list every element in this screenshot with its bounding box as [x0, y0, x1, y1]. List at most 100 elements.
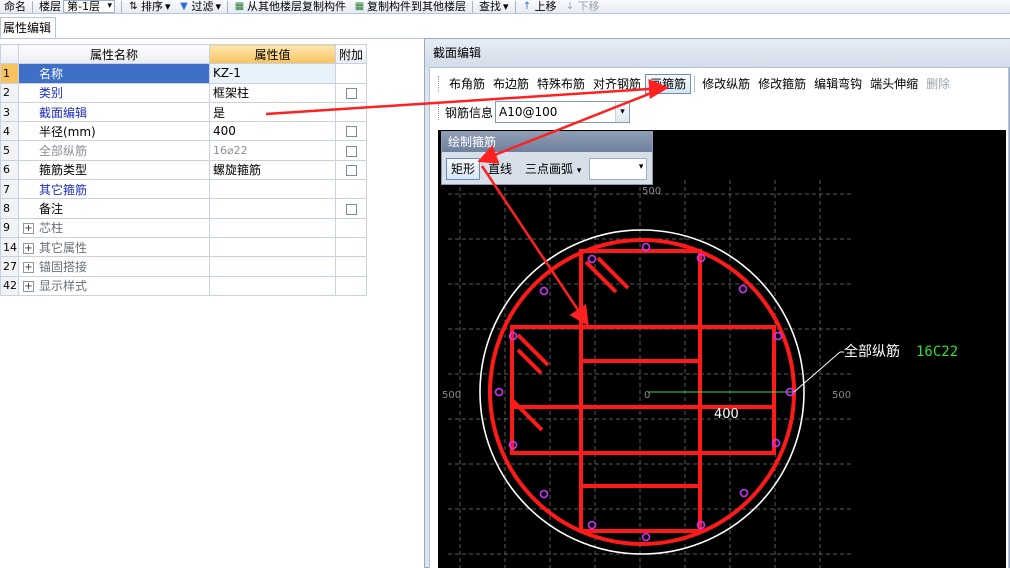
extra-checkbox[interactable] [345, 203, 357, 215]
corner-rebar-button[interactable]: 布角筋 [445, 74, 489, 94]
extra-cell [335, 217, 367, 238]
draw-stirrup-button[interactable]: 画箍筋 [645, 74, 692, 94]
end-extend-button[interactable]: 端头伸缩 [866, 74, 922, 94]
property-value[interactable] [209, 179, 336, 200]
rename-button[interactable]: 命名 [0, 0, 30, 13]
extra-cell [335, 121, 367, 142]
copy-to-label: 复制构件到其他楼层 [367, 0, 467, 13]
table-row[interactable]: 7 其它箍筋 [0, 179, 367, 200]
table-row[interactable]: 14 + 其它属性 [0, 236, 367, 258]
chevron-down-icon: ▾ [164, 0, 171, 13]
property-value [209, 217, 336, 238]
floor-label: 楼层 [39, 0, 61, 13]
floor-combo[interactable]: 第-1层 [63, 0, 115, 13]
stirrup-option-select[interactable] [589, 158, 648, 180]
rebar-info-input[interactable]: A10@100 ▾ [495, 101, 631, 123]
move-up-button[interactable]: ↑ 上移 [518, 0, 561, 13]
property-name: 其它箍筋 [18, 179, 210, 200]
property-value[interactable] [209, 198, 336, 219]
toolbar-separator [472, 0, 474, 13]
filter-button[interactable]: ▼ 过滤 ▾ [175, 0, 226, 13]
group-label: 芯柱 [39, 221, 64, 236]
axis-label-left: 500 [442, 390, 461, 401]
row-number: 27 [0, 256, 19, 277]
expand-icon[interactable]: + [23, 261, 34, 273]
table-header-row: 属性名称 属性值 附加 [0, 43, 367, 65]
header-extra: 附加 [335, 43, 367, 65]
property-value[interactable]: 400 [209, 121, 336, 142]
property-group: + 其它属性 [18, 236, 210, 258]
extra-checkbox[interactable] [345, 87, 357, 99]
sort-icon: ⇅ [129, 1, 138, 12]
move-down-button[interactable]: ↓ 下移 [561, 0, 604, 13]
edit-hook-button[interactable]: 编辑弯钩 [810, 74, 866, 94]
toolbar-grip [438, 104, 441, 120]
arc-stirrup-button[interactable]: 三点画弧 ▾ [520, 158, 586, 180]
property-group: + 显示样式 [18, 275, 210, 296]
expand-icon[interactable]: + [23, 223, 34, 235]
expand-icon[interactable]: + [23, 242, 34, 254]
row-number: 3 [0, 101, 19, 123]
table-row[interactable]: 1 名称 KZ-1 [0, 63, 367, 84]
modify-stirrup-button[interactable]: 修改箍筋 [754, 74, 810, 94]
delete-button[interactable]: 删除 [922, 74, 954, 94]
toolbar-separator [514, 0, 516, 13]
find-button[interactable]: 查找 ▾ [475, 0, 513, 13]
floor-selector: 楼层 第-1层 [35, 0, 119, 13]
section-toolbar: 布角筋 布边筋 特殊布筋 对齐钢筋 画箍筋 修改纵筋 修改箍筋 编辑弯钩 端头伸… [438, 74, 954, 94]
row-number: 4 [0, 121, 19, 142]
property-value[interactable]: 16⌀22 [209, 140, 336, 161]
table-row[interactable]: 8 备注 [0, 198, 367, 219]
toolbar-separator [227, 0, 229, 13]
radius-label: 400 [714, 407, 739, 422]
edge-rebar-button[interactable]: 布边筋 [489, 74, 533, 94]
draw-stirrup-panel: 绘制箍筋 矩形 直线 三点画弧 ▾ [441, 131, 653, 185]
extra-cell [335, 63, 367, 84]
section-canvas[interactable]: 500 500 500 0 400 全部纵筋 16C22 [438, 130, 1006, 568]
table-row[interactable]: 4 半径(mm) 400 [0, 121, 367, 142]
expand-icon[interactable]: + [23, 281, 34, 293]
property-name: 名称 [18, 63, 210, 84]
rect-stirrup-button[interactable]: 矩形 [446, 158, 481, 180]
header-value: 属性值 [209, 43, 336, 65]
table-row[interactable]: 9 + 芯柱 [0, 217, 367, 238]
extra-cell [335, 159, 367, 181]
rebar-spec: 16C22 [916, 344, 958, 360]
extra-checkbox[interactable] [345, 164, 357, 176]
extra-checkbox[interactable] [345, 145, 357, 157]
line-stirrup-button[interactable]: 直线 [483, 158, 517, 180]
special-rebar-button[interactable]: 特殊布筋 [533, 74, 589, 94]
property-group: + 芯柱 [18, 217, 210, 238]
filter-label: 过滤 [191, 0, 214, 13]
row-number: 14 [0, 236, 19, 258]
find-label: 查找 [479, 0, 502, 13]
rebar-info-label: 钢筋信息 [445, 105, 494, 120]
extra-cell [335, 140, 367, 161]
table-row[interactable]: 5 全部纵筋 16⌀22 [0, 140, 367, 161]
sort-label: 排序 [140, 0, 163, 13]
table-row[interactable]: 6 箍筋类型 螺旋箍筋 [0, 159, 367, 181]
property-name: 半径(mm) [18, 121, 210, 142]
align-rebar-button[interactable]: 对齐钢筋 [589, 74, 645, 94]
property-value[interactable]: 框架柱 [209, 82, 336, 103]
toolbar-separator [694, 76, 696, 92]
sort-button[interactable]: ⇅ 排序 ▾ [124, 0, 175, 13]
property-value[interactable]: KZ-1 [209, 63, 336, 84]
extra-checkbox[interactable] [345, 126, 357, 138]
table-row[interactable]: 2 类别 框架柱 [0, 82, 367, 103]
row-number: 7 [0, 179, 19, 200]
modify-longitudinal-button[interactable]: 修改纵筋 [698, 74, 754, 94]
property-value[interactable]: 是 [209, 101, 336, 123]
property-value[interactable]: 螺旋箍筋 [209, 159, 336, 181]
move-up-label: 上移 [534, 0, 557, 13]
copy-from-floor-button[interactable]: ▦ 从其他楼层复制构件 [230, 0, 350, 13]
table-row[interactable]: 3 截面编辑 是 [0, 101, 367, 123]
tab-property-edit[interactable]: 属性编辑 [0, 17, 56, 39]
chevron-down-icon[interactable]: ▾ [615, 102, 630, 122]
filter-icon: ▼ [180, 1, 188, 12]
table-row[interactable]: 27 + 锚固搭接 [0, 256, 367, 277]
group-label: 其它属性 [39, 240, 88, 255]
extra-cell [335, 179, 367, 200]
copy-to-floor-button[interactable]: ▦ 复制构件到其他楼层 [350, 0, 470, 13]
table-row[interactable]: 42 + 显示样式 [0, 275, 367, 296]
